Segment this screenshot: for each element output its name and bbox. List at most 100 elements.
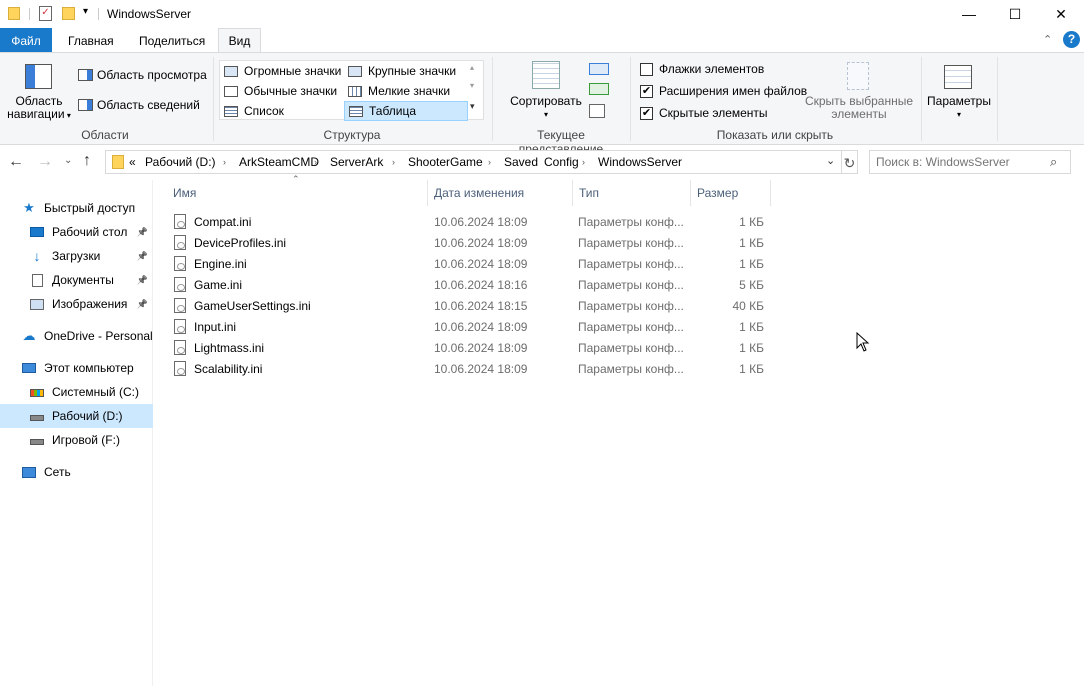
size-columns-icon[interactable] [589, 104, 605, 118]
address-overflow[interactable]: « [129, 151, 136, 173]
breadcrumb-item[interactable]: ServerArk [330, 151, 383, 173]
search-input[interactable] [876, 154, 1046, 170]
file-row[interactable]: Scalability.ini 10.06.2024 18:09 Параметры… [170, 358, 770, 379]
refresh-button[interactable]: ↻ [842, 150, 858, 174]
search-box[interactable]: ⌕ [869, 150, 1071, 174]
file-row[interactable]: Engine.ini 10.06.2024 18:09 Параметры конф… [170, 253, 770, 274]
options-button[interactable]: Параметры ▾ [924, 95, 994, 121]
nav-item[interactable]: Системный (C:) [0, 380, 153, 404]
layout-option[interactable]: Список [220, 101, 342, 121]
breadcrumb-chevron-icon[interactable]: › [488, 151, 491, 173]
mouse-cursor-icon [856, 331, 870, 355]
pin-icon[interactable]: 📌 [137, 275, 148, 286]
gallery-scroll-down-icon[interactable]: ▾ [470, 81, 474, 90]
file-row[interactable]: GameUserSettings.ini 10.06.2024 18:15 Пара… [170, 295, 770, 316]
file-row[interactable]: DeviceProfiles.ini 10.06.2024 18:09 Параме… [170, 232, 770, 253]
checkbox-label: Расширения имен файлов [659, 84, 808, 98]
tab-view[interactable]: Вид [218, 28, 261, 53]
address-dropdown-chevron-icon[interactable]: ⌄ [826, 154, 835, 167]
checkmark-icon[interactable]: ✔ [640, 106, 653, 120]
file-name-cell: Input.ini [174, 316, 424, 337]
layout-group-label: Структура [323, 128, 381, 142]
breadcrumb-item[interactable]: Saved [504, 151, 538, 173]
customize-toolbar-chevron-icon[interactable]: ▾ [83, 6, 88, 17]
file-size: 1 КБ [739, 256, 764, 271]
properties-icon[interactable]: ✓ [39, 6, 52, 21]
preview-pane-button[interactable]: Область просмотра [78, 68, 207, 82]
nav-item[interactable]: Документы 📌 [0, 268, 153, 292]
forward-button[interactable]: → [37, 153, 53, 171]
download-icon: ↓ [33, 248, 41, 264]
computer-icon [22, 362, 36, 374]
checkbox-row[interactable]: ✔ Расширения имен файлов [640, 84, 807, 98]
gallery-expand-icon[interactable]: ▾ [470, 101, 475, 112]
nav-item[interactable]: ★ Быстрый доступ [0, 196, 153, 220]
breadcrumb-chevron-icon[interactable]: › [392, 151, 395, 173]
column-separator[interactable] [770, 180, 771, 206]
layout-option[interactable]: Обычные значки [220, 81, 342, 101]
pin-icon[interactable]: 📌 [137, 251, 148, 262]
new-folder-icon[interactable] [62, 7, 75, 20]
breadcrumb-item[interactable]: Рабочий (D:) [145, 151, 216, 173]
checkbox-label: Флажки элементов [659, 62, 765, 76]
checkbox-row[interactable]: ✔ Скрытые элементы [640, 106, 768, 120]
group-by-icon[interactable] [589, 63, 609, 75]
tab-share[interactable]: Поделиться [129, 28, 215, 53]
breadcrumb-chevron-icon[interactable]: › [528, 151, 531, 173]
details-pane-button[interactable]: Область сведений [78, 98, 200, 112]
collapse-ribbon-icon[interactable]: ⌃ [1043, 33, 1052, 46]
maximize-button[interactable]: ☐ [992, 0, 1038, 28]
checkbox-row[interactable]: Флажки элементов [640, 62, 764, 76]
add-columns-icon[interactable] [589, 83, 609, 95]
nav-item[interactable]: Изображения 📌 [0, 292, 153, 316]
nav-item[interactable]: Этот компьютер [0, 356, 153, 380]
pin-icon[interactable]: 📌 [137, 227, 148, 238]
address-bar[interactable]: « Рабочий (D:) › ArkSteamCMD › ServerArk › Sho… [105, 150, 842, 174]
layout-option[interactable]: Крупные значки [344, 61, 468, 81]
back-button[interactable]: ← [8, 153, 24, 171]
column-header-size[interactable]: Размер [690, 180, 770, 206]
config-file-icon [174, 298, 186, 313]
minimize-button[interactable]: — [946, 0, 992, 28]
nav-item[interactable]: Рабочий стол 📌 [0, 220, 153, 244]
column-header-name[interactable]: Имя [166, 180, 426, 206]
up-button[interactable]: ↑ [83, 152, 91, 170]
close-button[interactable]: ✕ [1038, 0, 1084, 28]
navigation-pane-button[interactable]: Область навигации ▾ [4, 95, 74, 122]
tab-file[interactable]: Файл [0, 28, 52, 53]
file-size: 5 КБ [739, 277, 764, 292]
file-row[interactable]: Game.ini 10.06.2024 18:16 Параметры конф..… [170, 274, 770, 295]
breadcrumb-item[interactable]: Config [544, 151, 579, 173]
checkbox[interactable] [640, 62, 653, 76]
layout-option[interactable]: Таблица [344, 101, 468, 121]
gallery-scroll-up-icon[interactable]: ▴ [470, 63, 474, 72]
layout-option[interactable]: Мелкие значки [344, 81, 468, 101]
nav-item[interactable]: Рабочий (D:) [0, 404, 153, 428]
layout-option[interactable]: Огромные значки [220, 61, 342, 81]
pin-icon[interactable]: 📌 [137, 299, 148, 310]
breadcrumb-chevron-icon[interactable]: › [314, 151, 317, 173]
breadcrumb-item[interactable]: ShooterGame [408, 151, 483, 173]
help-icon[interactable]: ? [1063, 31, 1080, 48]
breadcrumb-item[interactable]: ArkSteamCMD [239, 151, 319, 173]
nav-item-label: Загрузки [52, 249, 101, 263]
file-size: 1 КБ [739, 214, 764, 229]
tab-home[interactable]: Главная [58, 28, 124, 53]
nav-item[interactable]: Сеть [0, 460, 153, 484]
file-row[interactable]: Compat.ini 10.06.2024 18:09 Параметры конф… [170, 211, 770, 232]
file-row[interactable]: Lightmass.ini 10.06.2024 18:09 Параметры к… [170, 337, 770, 358]
nav-item[interactable]: Игровой (F:) [0, 428, 153, 452]
nav-item[interactable]: ☁ OneDrive - Personal [0, 324, 153, 348]
nav-item[interactable]: ↓ Загрузки 📌 [0, 244, 153, 268]
breadcrumb-chevron-icon[interactable]: › [582, 151, 585, 173]
hide-selected-button[interactable]: Скрыть выбранные элементы [800, 95, 918, 121]
checkmark-icon[interactable]: ✔ [640, 84, 653, 98]
file-row[interactable]: Input.ini 10.06.2024 18:09 Параметры конф.… [170, 316, 770, 337]
sort-button[interactable]: Сортировать ▾ [508, 95, 584, 121]
column-header-type[interactable]: Тип [572, 180, 690, 206]
column-header-date[interactable]: Дата изменения [427, 180, 572, 206]
recent-locations-chevron-icon[interactable]: ⌄ [64, 155, 72, 166]
breadcrumb-chevron-icon[interactable]: › [223, 151, 226, 173]
breadcrumb-item[interactable]: WindowsServer [598, 151, 682, 173]
search-icon[interactable]: ⌕ [1050, 154, 1057, 170]
